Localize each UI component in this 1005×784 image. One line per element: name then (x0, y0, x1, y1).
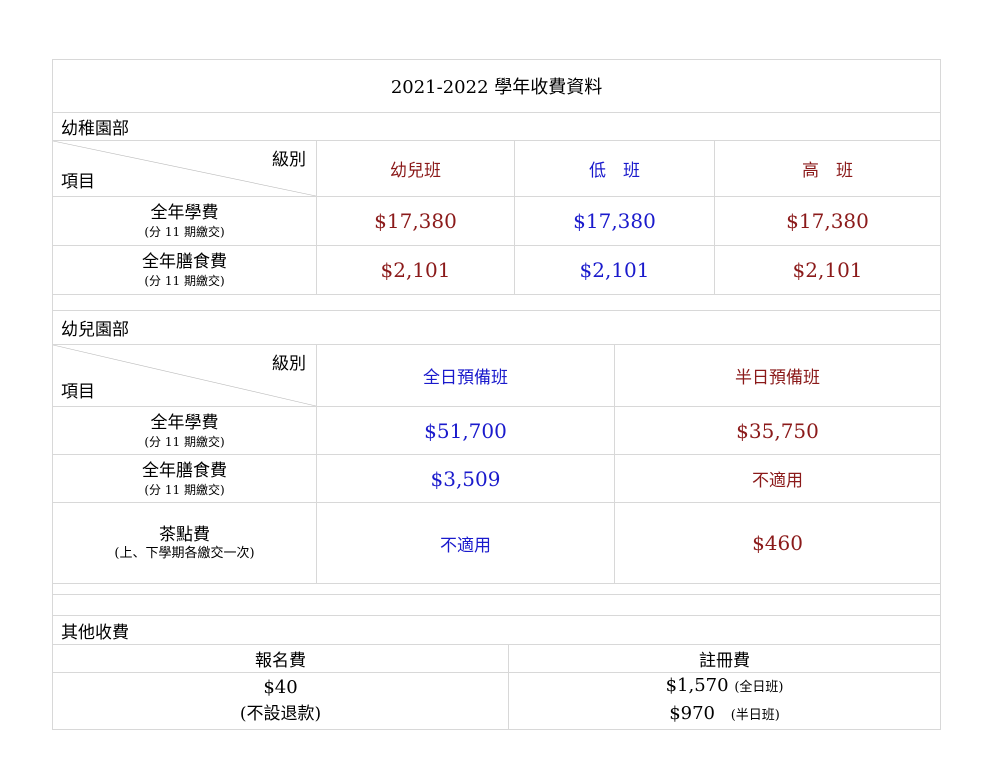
page-title: 2021-2022 學年收費資料 (51, 59, 942, 113)
item-note: (分 11 期繳交) (144, 434, 225, 449)
section-kindergarten-label: 幼稚園部 (51, 112, 942, 141)
fee-value: $2,101 (514, 245, 715, 295)
item-name: 全年學費 (150, 412, 219, 433)
item-note: (分 11 期繳交) (144, 274, 225, 288)
fee-value: $17,380 (713, 196, 942, 246)
registration-fee-amount: $970 (669, 703, 715, 724)
registration-fee-amount: $1,570 (665, 675, 729, 696)
corner-item-label: 項目 (61, 382, 95, 402)
table-row: 全年學費 (分 11 期繳交) $51,700 $35,750 (52, 406, 942, 455)
row-label: 全年學費 (分 11 期繳交) (52, 196, 317, 246)
application-fee-note: (不設退款) (239, 704, 322, 724)
row-label: 茶點費 (上、下學期各繳交一次) (52, 502, 317, 584)
registration-fee-line: $1,570 (全日班) (510, 674, 940, 702)
section-nursery-label: 幼兒園部 (51, 310, 942, 345)
nursery-corner-header: 級別 項目 (52, 344, 317, 407)
fee-value: $17,380 (514, 196, 715, 246)
corner-item-label: 項目 (61, 172, 95, 192)
table-row: 全年學費 (分 11 期繳交) $17,380 $17,380 $17,380 (52, 196, 942, 246)
row-label: 全年膳食費 (分 11 期繳交) (52, 245, 317, 295)
item-name: 茶點費 (159, 525, 210, 545)
fee-value: $17,380 (316, 196, 515, 246)
item-name: 全年膳食費 (142, 460, 227, 481)
registration-fee-note: (半日班) (730, 708, 780, 723)
class-header-halfday: 半日預備班 (613, 344, 942, 407)
corner-level-label: 級別 (272, 354, 306, 374)
fee-value: $2,101 (713, 245, 942, 295)
kindergarten-corner-header: 級別 項目 (52, 140, 317, 197)
application-fee-amount: $40 (263, 677, 298, 698)
row-label: 全年學費 (分 11 期繳交) (52, 406, 317, 455)
fee-value: $2,101 (316, 245, 515, 295)
item-name: 全年學費 (150, 203, 219, 223)
spacer-cell (51, 594, 942, 616)
table-row: 全年膳食費 (分 11 期繳交) $3,509 不適用 (52, 454, 942, 503)
spacer-cell (51, 583, 942, 595)
corner-level-label: 級別 (272, 150, 306, 170)
fee-value: $460 (613, 502, 942, 584)
class-header-fullday: 全日預備班 (316, 344, 615, 407)
class-header-k2: 低 班 (514, 140, 715, 197)
fee-value: $35,750 (613, 406, 942, 455)
table-row: 全年膳食費 (分 11 期繳交) $2,101 $2,101 $2,101 (52, 245, 942, 295)
application-fee-cell: $40 (不設退款) (52, 672, 509, 730)
registration-fee-line: $970 (半日班) (510, 701, 940, 729)
item-note: (分 11 期繳交) (144, 482, 225, 497)
table-row: 茶點費 (上、下學期各繳交一次) 不適用 $460 (52, 502, 942, 584)
section-other-label: 其他收費 (51, 615, 942, 645)
row-label: 全年膳食費 (分 11 期繳交) (52, 454, 317, 503)
item-note: (上、下學期各繳交一次) (114, 546, 255, 561)
spacer-row (51, 583, 942, 595)
item-note: (分 11 期繳交) (144, 225, 225, 239)
registration-fee-header: 註冊費 (507, 644, 942, 673)
table-row: $40 (不設退款) $1,570 (全日班) $970 (半日班) (52, 672, 942, 730)
item-name: 全年膳食費 (142, 252, 227, 272)
class-header-k1: 幼兒班 (316, 140, 515, 197)
fee-value: 不適用 (613, 454, 942, 503)
fee-value: $51,700 (316, 406, 615, 455)
registration-fee-note: (全日班) (734, 680, 784, 695)
spacer-row (51, 594, 942, 616)
application-fee-header: 報名費 (52, 644, 509, 673)
fee-value: $3,509 (316, 454, 615, 503)
fee-table: 2021-2022 學年收費資料 幼稚園部 級別 項目 幼兒班 低 班 高 班 … (51, 59, 942, 730)
spacer-row (51, 294, 942, 311)
fee-value: 不適用 (316, 502, 615, 584)
spacer-cell (51, 294, 942, 311)
class-header-k3: 高 班 (713, 140, 942, 197)
registration-fee-cell: $1,570 (全日班) $970 (半日班) (507, 672, 942, 730)
